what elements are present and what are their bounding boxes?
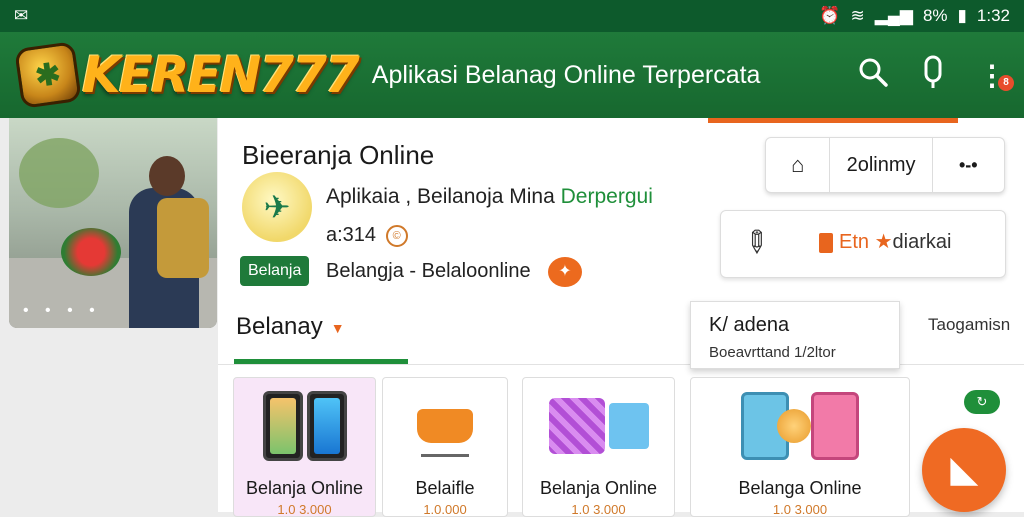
coin-icon xyxy=(777,409,811,443)
action-label[interactable]: Etn ★diarkai xyxy=(819,229,951,254)
gmail-icon: ✉ xyxy=(14,6,29,25)
product-card[interactable]: Belanga Online 1.0 3.000 xyxy=(690,377,910,517)
bookmark-icon[interactable]: ⌂ xyxy=(766,138,831,192)
rating-value: a:314 xyxy=(326,224,377,246)
signal-icon: ▂▄▆ xyxy=(874,6,913,25)
tab-divider xyxy=(218,364,1024,365)
status-right: ⏰ ≋ ▂▄▆ 8% ▮ 1:32 xyxy=(819,6,1010,26)
copyright-icon: © xyxy=(385,224,408,247)
header-tagline: Aplikasi Belanag Online Terpercata xyxy=(371,60,761,89)
app-button-group: ⌂ 2olinmy •-• xyxy=(765,137,1005,193)
share-icon[interactable]: ✦ xyxy=(548,257,582,287)
app-subtitle: Aplikaia , Beilanoja Mina Derpergui xyxy=(326,185,653,209)
battery-level: 8% xyxy=(922,6,948,25)
app-subtitle-highlight: Derpergui xyxy=(560,185,653,208)
product-title: Belanja Online xyxy=(245,478,364,498)
notification-badge: 8 xyxy=(998,74,1014,91)
battery-icon: ▮ xyxy=(957,6,967,25)
product-title: Belaifle xyxy=(415,478,475,498)
product-thumbnail xyxy=(523,378,674,474)
screen-icon xyxy=(608,403,649,449)
product-title: Belanga Online xyxy=(738,478,862,498)
product-card[interactable]: Belanja Online 1.0 3.000 xyxy=(233,377,376,517)
product-thumbnail xyxy=(383,378,507,474)
product-price: 1.0.000 xyxy=(423,502,467,517)
more-options-icon[interactable]: •-• xyxy=(933,138,1004,192)
tablet-icon xyxy=(811,392,859,460)
chat-icon[interactable]: ↻ xyxy=(964,390,1000,414)
mic-icon[interactable] xyxy=(922,55,944,96)
product-thumbnail xyxy=(234,378,375,474)
banner-backpack xyxy=(157,198,209,278)
app-icon: ✈ xyxy=(242,172,312,242)
app-subtitle-text: Aplikaia , Beilanoja Mina xyxy=(326,185,561,208)
clock: 1:32 xyxy=(976,6,1010,25)
search-icon[interactable] xyxy=(858,57,888,94)
tab-label: Belanay xyxy=(236,313,323,340)
star-icon: ★ xyxy=(874,231,893,253)
product-price: 1.0 3.000 xyxy=(772,502,828,517)
dropdown-subtitle: Boeavrttand 1/2ltor xyxy=(709,344,836,361)
banner-person-head xyxy=(149,156,185,196)
flag-icon xyxy=(819,232,833,253)
app-header: ✱ KEREN777 Aplikasi Belanag Online Terpe… xyxy=(0,32,1024,118)
accent-strip xyxy=(708,118,958,123)
phone-icon xyxy=(306,391,347,461)
carousel-dots[interactable]: • • • • xyxy=(23,302,101,320)
status-bar: ✉ ⏰ ≋ ▂▄▆ 8% ▮ 1:32 xyxy=(0,0,1024,32)
alarm-icon: ⏰ xyxy=(819,6,841,25)
brand-logo[interactable]: ✱ KEREN777 xyxy=(14,39,360,111)
header-actions: ⋮ 8 xyxy=(858,32,1014,118)
app-title: Bieeranja Online xyxy=(242,140,435,170)
wifi-icon: ≋ xyxy=(850,6,865,25)
product-card[interactable]: Belanja Online 1.0 3.000 xyxy=(522,377,675,517)
more-icon[interactable]: ⋮ 8 xyxy=(978,59,1014,92)
action-box: ✎ Etn ★diarkai xyxy=(720,210,1006,278)
promo-banner[interactable]: • • • • xyxy=(9,118,217,328)
product-title: Belanja Online xyxy=(539,478,658,498)
dropdown-menu[interactable]: K/ adena Boeavrttand 1/2ltor xyxy=(690,301,900,369)
tab-belanay[interactable]: Belanay ▼ xyxy=(236,313,345,341)
product-price: 1.0 3.000 xyxy=(571,502,626,517)
product-price: 1.0 3.000 xyxy=(277,502,332,517)
category-chip[interactable]: Belanja xyxy=(240,256,310,286)
phone-icon xyxy=(262,391,303,461)
product-thumbnail xyxy=(691,378,909,474)
product-card[interactable]: Belaifle 1.0.000 xyxy=(382,377,508,517)
bag-icon[interactable]: ◣ xyxy=(922,428,1006,512)
shopping-cart-icon xyxy=(548,398,605,454)
tab-kategori[interactable]: Taogamisn xyxy=(928,315,1010,335)
pin-icon[interactable]: ✎ xyxy=(734,221,777,264)
install-button[interactable]: 2olinmy xyxy=(830,138,933,192)
app-tags: Belangja - Belaloonline xyxy=(326,260,531,282)
cart-icon xyxy=(417,409,473,457)
action-label-orange: Etn xyxy=(839,231,870,253)
logo-text: KEREN777 xyxy=(82,46,360,104)
banner-tree xyxy=(19,138,99,208)
caret-down-icon: ▼ xyxy=(330,319,345,336)
logo-badge-icon: ✱ xyxy=(14,41,82,109)
banner-flowers xyxy=(61,228,121,276)
action-label-dark: diarkai xyxy=(892,231,952,253)
app-rating: a:314 © xyxy=(326,224,408,247)
dropdown-title: K/ adena xyxy=(709,314,790,336)
